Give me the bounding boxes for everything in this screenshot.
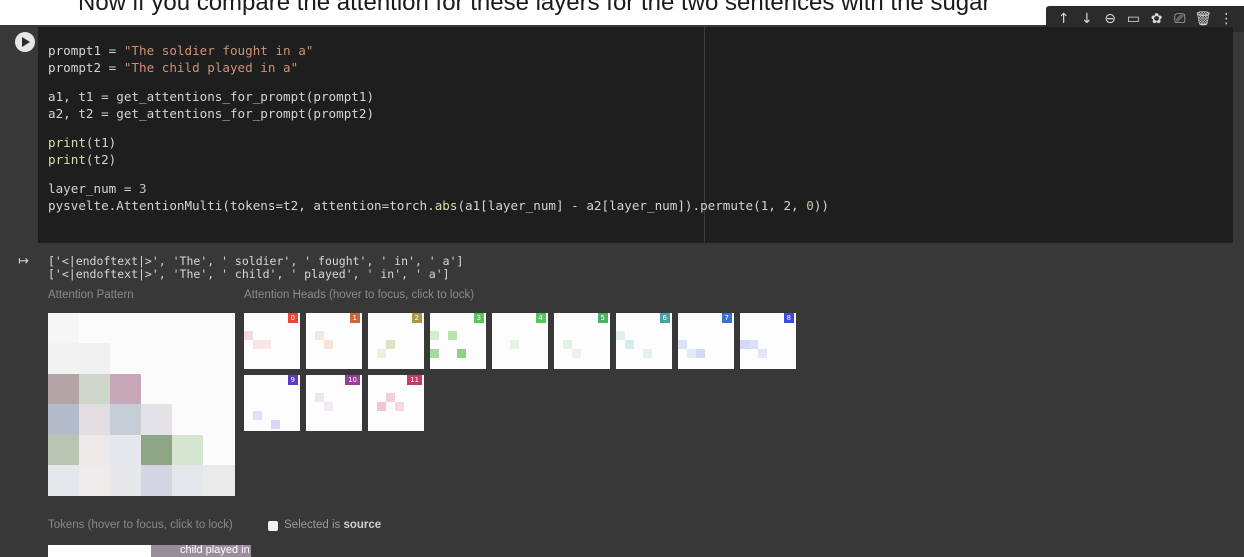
code-line: print(t2) — [48, 151, 829, 168]
code-token: (t1) — [85, 135, 117, 150]
code-line: a1, t1 = get_attentions_for_prompt(promp… — [48, 89, 375, 104]
code-editor[interactable]: prompt1 = "The soldier fought in a" prom… — [38, 27, 1233, 243]
code-lines: prompt1 = "The soldier fought in a" prom… — [48, 42, 829, 214]
selected-is-source-checkbox[interactable] — [268, 521, 278, 531]
output-text: ['<|endoftext|>', 'The', ' soldier', ' f… — [48, 255, 463, 281]
run-cell-button[interactable] — [15, 32, 35, 52]
previous-text: Now if you compare the attention for the… — [78, 0, 991, 16]
attention-head-7[interactable]: 7 — [678, 313, 734, 369]
head-badge: 2 — [411, 313, 422, 323]
token-strip[interactable]: child played in — [48, 545, 251, 557]
code-token: (t2) — [85, 152, 117, 167]
code-line: print(t1) — [48, 134, 829, 151]
source-keyword: source — [343, 519, 382, 531]
head-badge: 5 — [597, 313, 608, 323]
token-strip-text: child played in — [180, 545, 250, 556]
head-badge: 7 — [721, 313, 732, 323]
attention-head-5[interactable]: 5 — [554, 313, 610, 369]
code-function: print — [48, 135, 86, 150]
code-line: prompt1 = "The soldier fought in a" — [48, 42, 829, 59]
attention-head-6[interactable]: 6 — [616, 313, 672, 369]
attention-head-2[interactable]: 2 — [368, 313, 424, 369]
code-token: )) — [813, 198, 829, 213]
attention-head-11[interactable]: 11 — [368, 375, 424, 431]
code-token: = — [101, 60, 124, 75]
code-token: = — [101, 43, 124, 58]
code-function: print — [48, 152, 86, 167]
code-line: prompt2 = "The child played in a" — [48, 59, 829, 76]
code-function: abs — [434, 198, 458, 213]
attention-head-4[interactable]: 4 — [492, 313, 548, 369]
attention-pattern-grid[interactable] — [48, 313, 235, 496]
head-badge: 8 — [783, 313, 794, 323]
head-badge: 6 — [659, 313, 670, 323]
attention-head-10[interactable]: 10 — [306, 375, 362, 431]
selected-is-text: Selected is — [284, 519, 344, 531]
head-badge: 10 — [345, 375, 360, 385]
head-badge: 11 — [407, 375, 422, 385]
head-badge: 4 — [535, 313, 546, 323]
code-number: 3 — [139, 181, 147, 196]
code-string: "The child played in a" — [123, 60, 299, 75]
code-token: prompt2 — [48, 60, 102, 75]
code-line: layer_num = 3 — [48, 180, 829, 197]
attention-head-1[interactable]: 1 — [306, 313, 362, 369]
code-token: pysvelte.AttentionMulti(tokens=t2, atten… — [48, 198, 435, 213]
head-badge: 1 — [349, 313, 360, 323]
attention-head-3[interactable]: 3 — [430, 313, 486, 369]
output-line: ['<|endoftext|>', 'The', ' child', ' pla… — [48, 267, 450, 281]
output-arrow-icon[interactable]: ↦ — [18, 255, 32, 269]
code-token: (a1[layer_num] - a2[layer_num]).permute(… — [457, 198, 807, 213]
code-line: pysvelte.AttentionMulti(tokens=t2, atten… — [48, 197, 829, 214]
tokens-label: Tokens (hover to focus, click to lock) — [48, 519, 233, 531]
code-string: "The soldier fought in a" — [123, 43, 314, 58]
code-number: 0 — [806, 198, 814, 213]
attention-head-9[interactable]: 9 — [244, 375, 300, 431]
head-badge: 9 — [287, 375, 298, 385]
code-token: prompt1 — [48, 43, 102, 58]
attention-heads-label: Attention Heads (hover to focus, click t… — [244, 289, 475, 301]
selected-is-label: Selected is source — [284, 519, 381, 531]
code-token: layer_num = — [48, 181, 139, 196]
head-badge: 0 — [287, 313, 298, 323]
head-badge: 3 — [473, 313, 484, 323]
code-line: a2, t2 = get_attentions_for_prompt(promp… — [48, 106, 375, 121]
attention-pattern-label: Attention Pattern — [48, 289, 134, 301]
attention-head-0[interactable]: 0 — [244, 313, 300, 369]
attention-head-8[interactable]: 8 — [740, 313, 796, 369]
